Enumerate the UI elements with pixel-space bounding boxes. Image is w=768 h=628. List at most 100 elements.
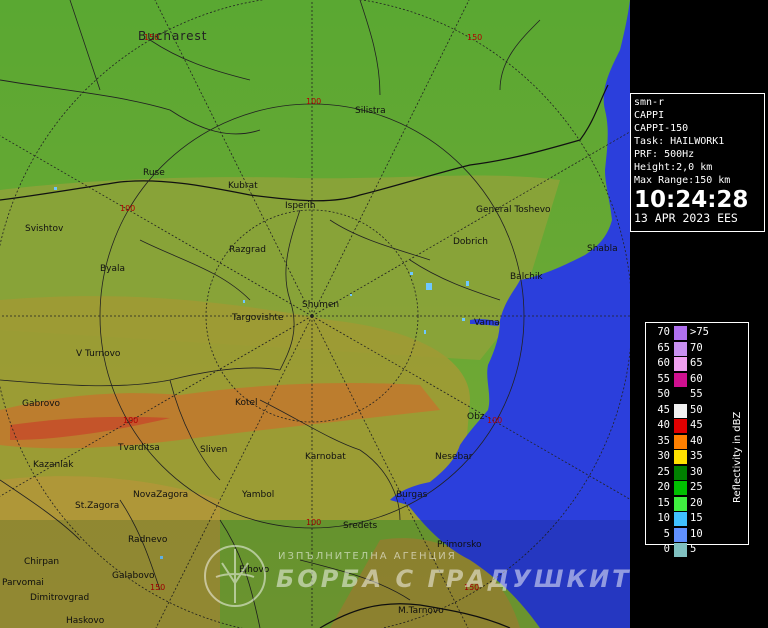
legend-row: 65 70 [646,341,748,358]
legend-row: 70 >75 [646,326,748,342]
city-label: St.Zagora [75,501,119,511]
legend-high-value: >75 [690,326,709,338]
legend-swatch [674,419,687,433]
legend-swatch [674,434,687,449]
city-label: Razgrad [229,245,266,255]
city-label: Balchik [510,272,543,282]
echo [426,283,432,290]
city-label: V Turnovo [76,349,121,359]
radar-info-panel: smn-r CAPPI CAPPI-150 Task: HAILWORK1 PR… [630,93,765,232]
legend-low-value: 10 [657,512,670,524]
legend-swatch [674,403,687,418]
legend-high-value: 70 [690,341,703,354]
range-label: 100 [306,97,321,106]
city-label: Sliven [200,445,227,455]
legend-row: 60 65 [646,357,748,373]
echo [410,272,413,275]
info-station: smn-r [634,97,665,108]
city-label: General Toshevo [476,205,551,215]
legend-swatch [674,450,687,464]
legend-high-value: 55 [690,388,703,400]
echo [243,300,245,303]
legend-high-value: 40 [690,434,703,447]
legend-low-value: 70 [657,326,670,338]
legend-high-value: 50 [690,403,703,416]
legend-high-value: 20 [690,496,703,509]
legend-row: 5 10 [646,527,748,544]
city-label: Silistra [355,106,386,116]
range-label: 100 [120,204,135,213]
legend-swatch [674,465,687,480]
legend-high-value: 45 [690,419,703,431]
radar-display: 100 100 100 100 100 150 150 150 150 Buch… [0,0,768,628]
city-label: NovaZagora [133,490,188,500]
city-label: Varna [474,318,500,328]
legend-swatch [674,341,687,356]
city-label: Bucharest [138,29,207,43]
info-max-range: Max Range:150 km [634,175,731,186]
legend-swatch [674,512,687,526]
agency-logo-icon [204,545,266,607]
range-label: 100 [123,416,138,425]
legend-swatch [674,481,687,495]
city-label: Svishtov [25,224,64,234]
legend-swatch [674,388,687,402]
reflectivity-legend: 70 >75 65 70 60 65 55 60 50 55 45 50 40 45 35 40 30 35 25 3… [645,322,749,557]
info-product-code: CAPPI-150 [634,123,689,134]
legend-high-value: 30 [690,465,703,478]
legend-swatch [674,357,687,371]
watermark-agency-label: ИЗПЪЛНИТЕЛНА АГЕНЦИЯ [278,551,457,562]
city-label: Kubrat [228,181,258,191]
watermark-agency-name: БОРБА С ГРАДУШКИТЕ [276,565,651,593]
range-label: 150 [467,33,482,42]
city-label: Byala [100,264,125,274]
legend-low-value: 65 [657,341,670,354]
legend-low-value: 35 [657,434,670,447]
legend-high-value: 65 [690,357,703,369]
legend-high-value: 60 [690,372,703,385]
city-label: Shumen [302,300,339,310]
echo [462,318,465,321]
legend-low-value: 25 [657,465,670,478]
legend-low-value: 30 [657,450,670,462]
legend-swatch [674,326,687,340]
info-product: CAPPI [634,110,665,121]
legend-swatch [674,372,687,387]
legend-low-value: 5 [663,527,670,540]
legend-high-value: 5 [690,543,697,555]
city-label: Nesebar [435,452,473,462]
time-display: 10:24:28 [634,187,749,213]
legend-high-value: 15 [690,512,703,524]
legend-low-value: 40 [657,419,670,431]
legend-title: Reflectivity in dBZ [732,411,743,503]
legend-row: 05 [646,543,748,559]
legend-high-value: 25 [690,481,703,493]
city-label: Targovishte [231,313,284,323]
echo [350,294,352,296]
legend-low-value: 55 [657,372,670,385]
info-task: Task: HAILWORK1 [634,136,725,147]
legend-high-value: 10 [690,527,703,540]
legend-low-value: 15 [657,496,670,509]
city-label: Dobrich [453,237,488,247]
legend-row: 10 15 [646,512,748,528]
legend-low-value: 60 [657,357,670,369]
legend-swatch [674,496,687,511]
legend-low-value: 45 [657,403,670,416]
city-label: Kazanlak [33,460,74,470]
city-label: Burgas [396,490,428,500]
date-display: 13 APR 2023 EES [634,211,738,225]
city-label: Shabla [587,244,618,254]
legend-low-value: 0 [663,543,670,555]
legend-low-value: 20 [657,481,670,493]
legend-swatch [674,527,687,542]
city-label: Gabrovo [22,399,61,409]
legend-low-value: 50 [657,388,670,400]
info-prf: PRF: 500Hz [634,149,695,160]
city-label: Obz [467,412,485,422]
echo [54,187,57,190]
echo [466,281,469,286]
info-height: Height:2,0 km [634,162,713,173]
legend-high-value: 35 [690,450,703,462]
city-label: Kotel [235,398,258,408]
